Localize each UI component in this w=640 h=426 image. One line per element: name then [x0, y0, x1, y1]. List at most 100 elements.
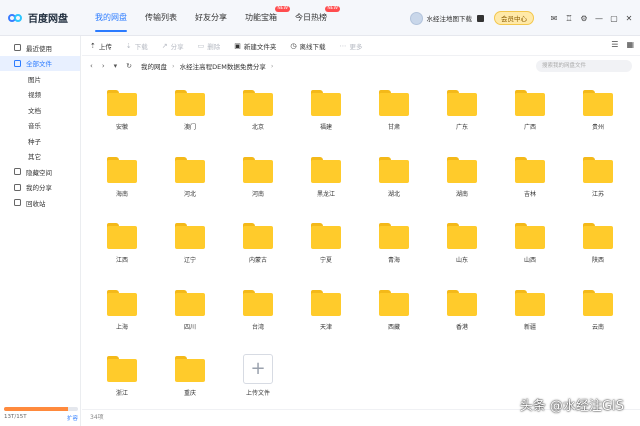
folder-item[interactable]: 台湾: [224, 284, 292, 351]
folder-item[interactable]: 青海: [360, 217, 428, 284]
folder-item[interactable]: 湖南: [428, 151, 496, 218]
folder-item[interactable]: 澳门: [156, 84, 224, 151]
sidebar-item-3[interactable]: 视频: [0, 87, 80, 103]
folder-item[interactable]: 安徽: [88, 84, 156, 151]
folder-icon: [175, 223, 205, 249]
folder-item[interactable]: 河南: [224, 151, 292, 218]
folder-item[interactable]: 陕西: [564, 217, 632, 284]
folder-item[interactable]: 甘肃: [360, 84, 428, 151]
refresh-icon[interactable]: ↻: [126, 62, 132, 70]
search-input[interactable]: 搜索我的网盘文件: [536, 60, 632, 72]
folder-name: 陕西: [591, 257, 604, 264]
sidebar-item-5[interactable]: 音乐: [0, 118, 80, 134]
nav-tab-2[interactable]: 好友分享: [186, 0, 236, 36]
nav-tab-4[interactable]: 今日热榜 NEW: [286, 0, 340, 36]
folder-item[interactable]: 香港: [428, 284, 496, 351]
maximize-icon[interactable]: ▢: [609, 13, 619, 23]
upload-file-tile[interactable]: + 上传文件: [224, 350, 292, 417]
folder-item[interactable]: 辽宁: [156, 217, 224, 284]
breadcrumb-current[interactable]: 水经注高程DEM数据免费分享: [180, 61, 266, 71]
toolbar-button-5[interactable]: ◷ 离线下载: [290, 41, 325, 51]
sidebar-item-6[interactable]: 种子: [0, 133, 80, 149]
folder-item[interactable]: 四川: [156, 284, 224, 351]
folder-name: 河北: [183, 190, 196, 198]
close-icon[interactable]: ✕: [624, 13, 634, 23]
mail-icon[interactable]: ✉: [549, 13, 559, 23]
folder-item[interactable]: 福建: [292, 84, 360, 151]
shirt-icon[interactable]: ♖: [564, 13, 574, 23]
folder-item[interactable]: 广东: [428, 84, 496, 151]
watermark: 头条 @水经注GIS: [519, 399, 624, 414]
nav-tab-1[interactable]: 传输列表: [136, 0, 186, 36]
grid-view-icon[interactable]: ▦: [626, 40, 634, 49]
breadcrumb-root[interactable]: 我的网盘: [141, 61, 167, 71]
toolbar-button-2[interactable]: ↗ 分享: [162, 41, 184, 51]
folder-name: 四川: [183, 323, 196, 331]
folder-icon: [583, 156, 613, 183]
username[interactable]: 水经注地图下载: [427, 13, 473, 23]
folder-icon: [515, 90, 545, 116]
breadcrumb-separator: ›: [270, 62, 274, 70]
folder-item[interactable]: 上海: [88, 284, 156, 351]
sidebar-item-label: 文档: [28, 106, 41, 115]
sidebar-item-10[interactable]: 回收站: [0, 195, 80, 211]
sidebar-item-9[interactable]: 我的分享: [0, 180, 80, 196]
toolbar-button-1[interactable]: ⇣ 下载: [126, 41, 148, 51]
sort-icon[interactable]: ☰: [611, 40, 618, 49]
folder-item[interactable]: 湖北: [360, 151, 428, 218]
minimize-icon[interactable]: —: [594, 13, 604, 23]
folder-item[interactable]: 黑龙江: [292, 151, 360, 218]
folder-icon: [243, 289, 273, 316]
back-icon[interactable]: ‹: [90, 62, 93, 70]
sidebar-item-0[interactable]: 最近使用: [0, 40, 80, 56]
folder-item[interactable]: 天津: [292, 284, 360, 351]
folder-item[interactable]: 广西: [496, 84, 564, 151]
toolbar-icon: ⇣: [125, 41, 132, 50]
toolbar-label: 新建文件夹: [243, 42, 277, 51]
toolbar-icon: ⇡: [90, 41, 96, 50]
forward-icon[interactable]: ›: [102, 62, 105, 70]
storage-text: 13T/15T: [4, 414, 27, 420]
folder-item[interactable]: 海南: [88, 151, 156, 218]
sidebar: 最近使用 全部文件 图片 视频 文档 音乐 种子 其它 隐藏空间 我的分享 回收站 13T/15T …: [0, 36, 81, 426]
folder-name: 吉林: [523, 190, 536, 198]
folder-item[interactable]: 山东: [428, 217, 496, 284]
sidebar-item-label: 隐藏空间: [26, 168, 52, 177]
toolbar-button-3[interactable]: ▭ 删除: [198, 41, 221, 51]
folder-item[interactable]: 山西: [496, 217, 564, 284]
sidebar-item-2[interactable]: 图片: [0, 71, 80, 87]
folder-icon: [379, 289, 409, 316]
sidebar-item-4[interactable]: 文档: [0, 102, 80, 118]
folder-item[interactable]: 江西: [88, 217, 156, 284]
folder-icon: [175, 90, 205, 116]
sidebar-item-8[interactable]: 隐藏空间: [0, 164, 80, 180]
folder-item[interactable]: 内蒙古: [224, 217, 292, 284]
folder-item[interactable]: 西藏: [360, 284, 428, 351]
sidebar-item-1[interactable]: 全部文件: [0, 55, 80, 71]
dropdown-icon[interactable]: ▾: [114, 62, 118, 70]
folder-item[interactable]: 宁夏: [292, 217, 360, 284]
nav-tab-3[interactable]: 功能宝箱 NEW: [236, 0, 290, 36]
app-logo[interactable]: 百度网盘: [0, 10, 86, 25]
toolbar-button-4[interactable]: ▣ 新建文件夹: [234, 41, 276, 51]
toolbar-button-0[interactable]: ⇡ 上传: [90, 41, 112, 51]
folder-item[interactable]: 重庆: [156, 350, 224, 417]
top-bar: 百度网盘 我的网盘 传输列表 好友分享 功能宝箱 NEW 今日热榜 NEW 水经注地图下载 …: [0, 0, 640, 36]
expand-storage-link[interactable]: 扩容: [67, 414, 78, 422]
toolbar-button-6[interactable]: ⋯ 更多: [339, 41, 362, 51]
folder-item[interactable]: 北京: [224, 84, 292, 151]
lock-icon: [14, 168, 21, 176]
sidebar-item-label: 最近使用: [26, 44, 52, 53]
sidebar-item-7[interactable]: 其它: [0, 149, 80, 165]
folder-item[interactable]: 河北: [156, 151, 224, 218]
folder-item[interactable]: 吉林: [496, 151, 564, 218]
folder-item[interactable]: 江苏: [564, 151, 632, 218]
folder-item[interactable]: 新疆: [496, 284, 564, 351]
nav-tab-0[interactable]: 我的网盘: [86, 0, 136, 36]
folder-item[interactable]: 浙江: [88, 350, 156, 417]
folder-item[interactable]: 云南: [564, 284, 632, 351]
folder-item[interactable]: 贵州: [564, 84, 632, 151]
avatar[interactable]: [409, 11, 423, 25]
gear-icon[interactable]: ⚙: [579, 13, 589, 23]
member-center-button[interactable]: 会员中心: [494, 11, 534, 25]
